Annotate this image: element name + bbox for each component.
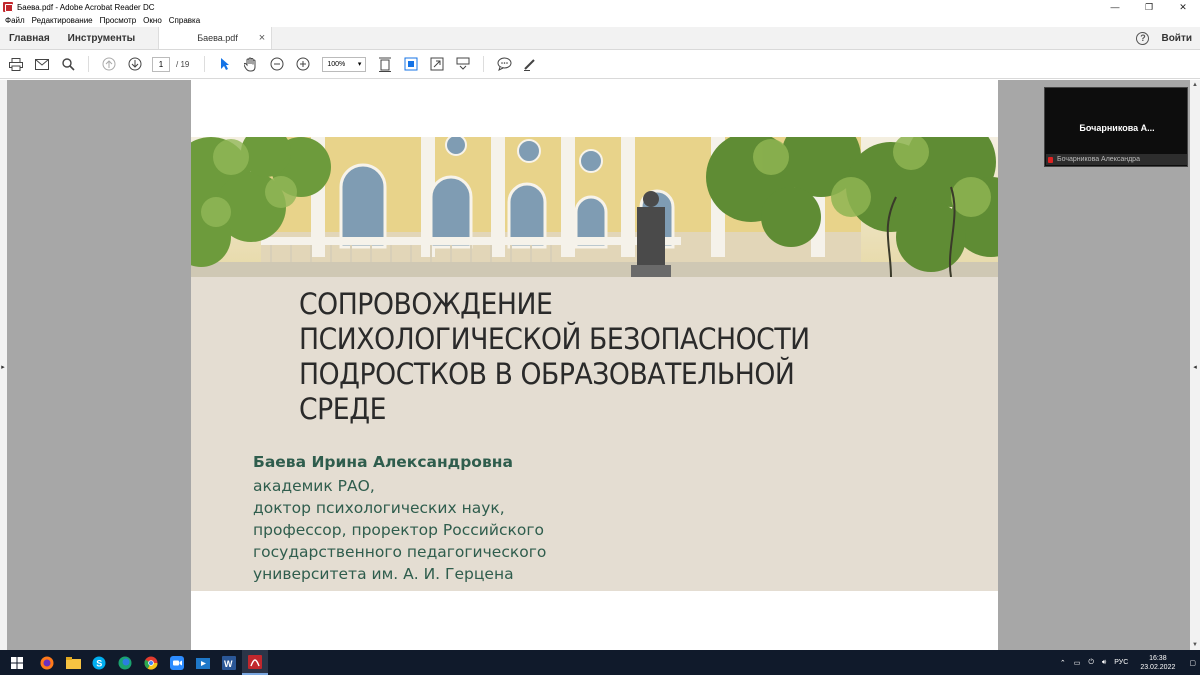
tab-home[interactable]: Главная — [0, 27, 59, 49]
full-screen-icon[interactable] — [429, 56, 445, 72]
page-total: / 19 — [176, 59, 190, 69]
rotate-view-icon[interactable] — [403, 56, 419, 72]
maximize-button[interactable]: ❐ — [1132, 0, 1166, 14]
edge-icon[interactable] — [112, 650, 138, 675]
video-call-tile[interactable]: Бочарникова А... Бочарникова Александра — [1044, 87, 1188, 167]
menu-view[interactable]: Просмотр — [100, 16, 137, 25]
author-name: Баева Ирина Александровна — [253, 453, 513, 471]
slide-title: СОПРОВОЖДЕНИЕ ПСИХОЛОГИЧЕСКОЙ БЕЗОПАСНОС… — [299, 287, 888, 427]
participant-caption: Бочарникова Александра — [1046, 154, 1187, 165]
chrome-icon[interactable] — [138, 650, 164, 675]
language-indicator[interactable]: РУС — [1114, 659, 1128, 666]
zoom-out-icon[interactable] — [269, 56, 285, 72]
slide-header-photo — [191, 137, 998, 277]
firefox-icon[interactable] — [34, 650, 60, 675]
tab-document-label: Баева.pdf — [197, 33, 238, 43]
minimize-button[interactable]: — — [1098, 0, 1132, 14]
document-viewport[interactable]: ▸ СОПРОВОЖДЕНИЕ ПСИХОЛОГИЧЕСКОЙ БЕЗОПАСН… — [0, 80, 1200, 650]
email-icon[interactable] — [34, 56, 50, 72]
chevron-down-icon: ▾ — [357, 61, 362, 68]
skype-icon[interactable]: S — [86, 650, 112, 675]
author-desc-line: академик РАО, — [253, 477, 375, 495]
scroll-mode-icon[interactable] — [455, 56, 471, 72]
toolbar-divider — [204, 56, 206, 72]
help-icon[interactable]: ? — [1136, 31, 1150, 45]
slide-title-line: ПСИХОЛОГИЧЕСКОЙ БЕЗОПАСНОСТИ — [299, 322, 810, 356]
svg-text:W: W — [224, 659, 233, 669]
toolbar-divider — [483, 56, 485, 72]
scroll-up-icon[interactable]: ▲ — [1192, 82, 1198, 88]
menu-help[interactable]: Справка — [169, 16, 200, 25]
clock-date: 23.02.2022 — [1140, 663, 1176, 671]
tab-document[interactable]: Баева.pdf × — [158, 27, 273, 49]
author-description: академик РАО, доктор психологических нау… — [253, 475, 546, 585]
pdf-page: СОПРОВОЖДЕНИЕ ПСИХОЛОГИЧЕСКОЙ БЕЗОПАСНОС… — [191, 80, 998, 650]
fit-page-icon[interactable] — [377, 56, 393, 72]
author-desc-line: государственного педагогического — [253, 543, 547, 561]
slide-title-line: СРЕДЕ — [299, 392, 386, 426]
tab-bar: Главная Инструменты Баева.pdf × ? Войти — [0, 27, 1200, 50]
previous-page-icon[interactable] — [101, 56, 117, 72]
zoom-value: 100% — [327, 60, 346, 68]
tab-tools[interactable]: Инструменты — [59, 27, 145, 49]
media-player-icon[interactable] — [190, 650, 216, 675]
author-desc-line: университета им. А. И. Герцена — [253, 565, 514, 583]
windows-taskbar: S W ⌃ ▭ ⏻ 🔊︎ РУС 16:38 23.02.2022 ▢ — [0, 650, 1200, 675]
tray-chevron-up-icon[interactable]: ⌃ — [1060, 659, 1066, 667]
slide-title-line: СОПРОВОЖДЕНИЕ — [299, 287, 553, 321]
highlight-pen-icon[interactable] — [522, 56, 538, 72]
word-icon[interactable]: W — [216, 650, 242, 675]
menu-window[interactable]: Окно — [143, 16, 162, 25]
slide-title-line: ПОДРОСТКОВ В ОБРАЗОВАТЕЛЬНОЙ — [299, 357, 795, 391]
toolbar: 1 / 19 100% ▾ — [0, 50, 1200, 79]
clock-time: 16:38 — [1149, 654, 1167, 662]
comment-icon[interactable] — [496, 56, 512, 72]
search-icon[interactable] — [60, 56, 76, 72]
participant-caption-label: Бочарникова Александра — [1057, 156, 1140, 163]
toolbar-divider — [88, 56, 89, 72]
svg-text:S: S — [96, 658, 102, 668]
page-number-input[interactable]: 1 — [152, 56, 170, 72]
window-controls: — ❐ ✕ — [1098, 0, 1200, 14]
participant-name: Бочарникова А... — [1079, 123, 1155, 133]
zoom-in-icon[interactable] — [295, 56, 311, 72]
print-icon[interactable] — [8, 56, 24, 72]
window-title: Баева.pdf - Adobe Acrobat Reader DC — [17, 2, 155, 12]
tab-close-icon[interactable]: × — [259, 32, 265, 44]
left-panel-expand-icon[interactable]: ▸ — [0, 361, 6, 373]
author-desc-line: доктор психологических наук, — [253, 499, 505, 517]
next-page-icon[interactable] — [127, 56, 143, 72]
network-icon[interactable]: ▭ — [1074, 659, 1081, 667]
file-explorer-icon[interactable] — [60, 650, 86, 675]
right-panel-handle[interactable]: ▲ ◂ ▼ — [1190, 80, 1200, 650]
clock[interactable]: 16:38 23.02.2022 — [1140, 654, 1175, 672]
right-panel-expand-icon[interactable]: ◂ — [1192, 361, 1198, 373]
muted-mic-icon — [1048, 156, 1053, 163]
zoom-select[interactable]: 100% ▾ — [322, 56, 367, 72]
sign-in-link[interactable]: Войти — [1161, 33, 1192, 44]
volume-icon[interactable]: 🔊︎ — [1102, 659, 1106, 667]
close-window-button[interactable]: ✕ — [1166, 0, 1200, 14]
start-windows-icon[interactable] — [0, 650, 34, 675]
hand-tool-icon[interactable] — [243, 56, 259, 72]
notifications-icon[interactable]: ▢ — [1189, 659, 1196, 667]
acrobat-taskbar-icon[interactable] — [242, 650, 268, 675]
slide-title-band: СОПРОВОЖДЕНИЕ ПСИХОЛОГИЧЕСКОЙ БЕЗОПАСНОС… — [191, 277, 998, 591]
acrobat-app-icon — [3, 2, 13, 12]
scroll-down-icon[interactable]: ▼ — [1192, 642, 1198, 648]
author-desc-line: профессор, проректор Российского — [253, 521, 544, 539]
menu-file[interactable]: Файл — [5, 16, 25, 25]
power-icon[interactable]: ⏻ — [1088, 659, 1094, 667]
left-panel-handle[interactable]: ▸ — [0, 80, 7, 650]
system-tray: ⌃ ▭ ⏻ 🔊︎ РУС 16:38 23.02.2022 ▢ — [1056, 650, 1200, 675]
zoom-app-icon[interactable] — [164, 650, 190, 675]
menu-bar: Файл Редактирование Просмотр Окно Справк… — [0, 14, 1200, 27]
select-cursor-icon[interactable] — [217, 56, 233, 72]
menu-edit[interactable]: Редактирование — [32, 16, 93, 25]
title-bar: Баева.pdf - Adobe Acrobat Reader DC — ❐ … — [0, 0, 1200, 14]
